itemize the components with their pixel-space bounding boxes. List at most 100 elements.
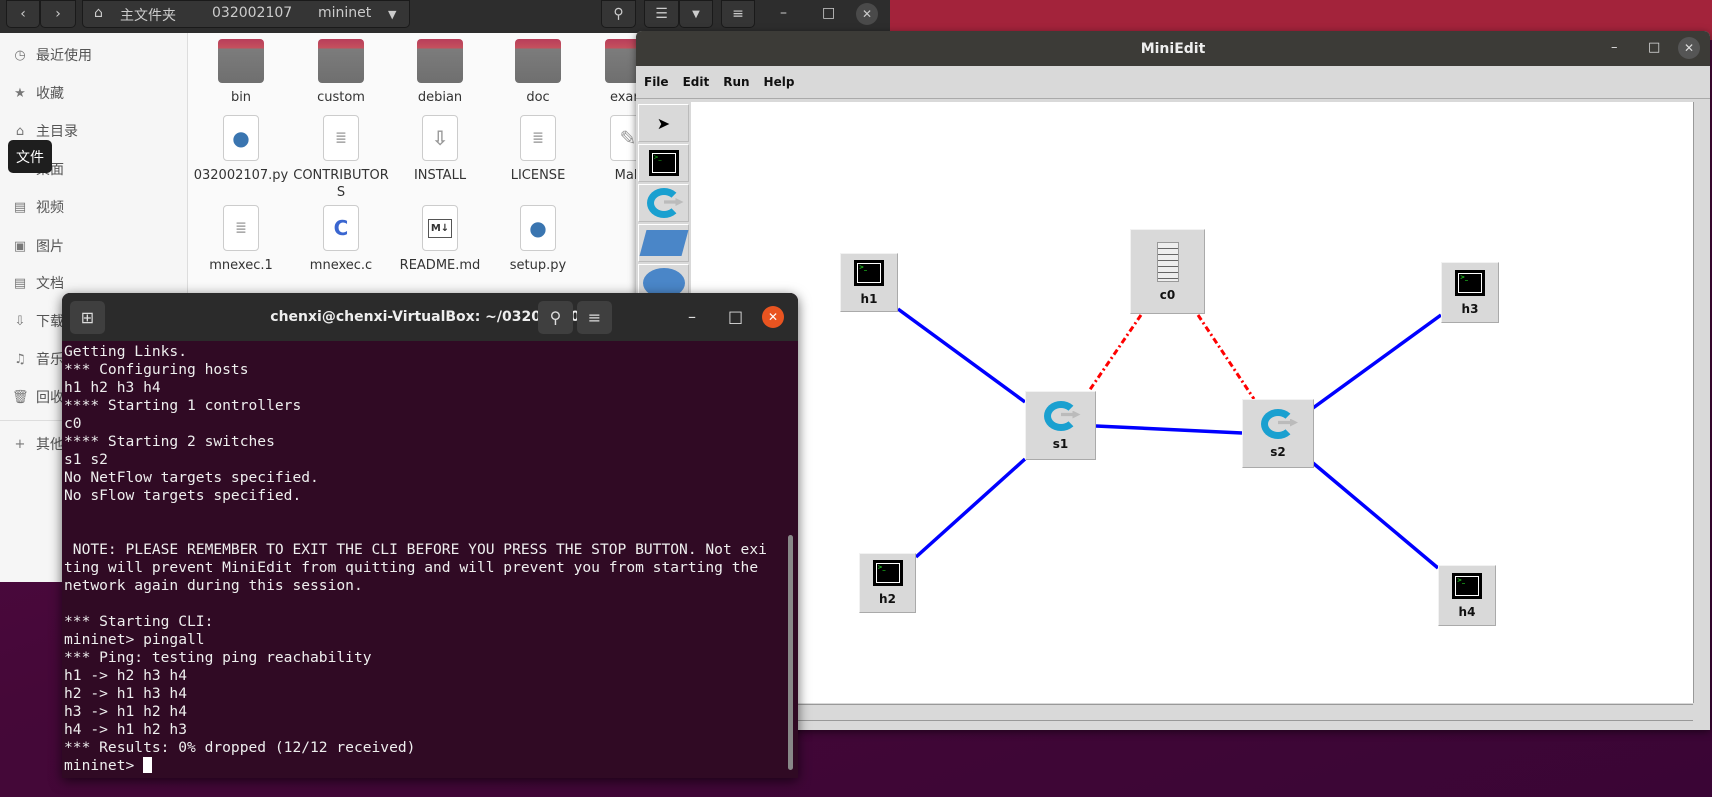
terminal-line: No sFlow targets specified.	[64, 487, 302, 504]
new-tab-button[interactable]: ⊞	[70, 301, 105, 334]
document-icon: ▤	[13, 275, 27, 291]
node-h2[interactable]: h2	[859, 553, 916, 613]
terminal-line: h2 -> h1 h3 h4	[64, 685, 188, 702]
link-h2-s1[interactable]	[914, 457, 1027, 559]
back-button[interactable]: ‹	[6, 0, 40, 28]
terminal-line: h4 -> h1 h2 h3	[64, 721, 188, 738]
file-item[interactable]: ⇩ INSTALL	[392, 115, 488, 184]
file-name: setup.py	[509, 258, 567, 273]
view-options-button[interactable]: ▼	[679, 0, 713, 28]
horizontal-scrollbar[interactable]	[691, 704, 1693, 721]
sidebar-item[interactable]: ⇩ 下载	[12, 311, 64, 331]
menu-file[interactable]: File	[644, 75, 669, 89]
host-icon	[1452, 572, 1482, 599]
minimize-button[interactable]: –	[780, 5, 787, 21]
switch-icon	[646, 188, 681, 218]
file-item[interactable]: bin	[193, 39, 289, 106]
search-button[interactable]: ⚲	[538, 301, 573, 334]
menu-run[interactable]: Run	[723, 75, 749, 89]
terminal-output[interactable]: Getting Links. *** Configuring hosts h1 h2…	[64, 343, 784, 775]
file-item[interactable]: ● setup.py	[490, 205, 586, 274]
sidebar-item-label: 最近使用	[36, 48, 92, 64]
maximize-button[interactable]: □	[728, 307, 743, 326]
minimize-button[interactable]: –	[1611, 40, 1618, 55]
view-list-button[interactable]: ☰	[644, 0, 679, 28]
close-button[interactable]: ✕	[856, 3, 878, 25]
file-name: custom	[317, 90, 365, 105]
menu-help[interactable]: Help	[764, 75, 795, 89]
file-item[interactable]: debian	[392, 39, 488, 106]
home-icon: ⌂	[94, 5, 103, 21]
close-button[interactable]: ✕	[1678, 37, 1700, 59]
node-s1[interactable]: s1	[1025, 391, 1096, 460]
maximize-button[interactable]: □	[1648, 40, 1660, 55]
node-h4[interactable]: h4	[1438, 565, 1496, 626]
menu-edit[interactable]: Edit	[683, 75, 710, 89]
star-icon: ★	[14, 85, 26, 101]
file-item[interactable]: ● 032002107.py	[193, 115, 289, 184]
text-file-icon: ≣	[223, 205, 259, 251]
path-item[interactable]: 032002107	[212, 5, 292, 21]
node-s2[interactable]: s2	[1242, 399, 1314, 468]
file-item[interactable]: ≣ mnexec.1	[193, 205, 289, 274]
sidebar-item[interactable]: ★ 收藏	[12, 83, 64, 103]
sidebar-item-label: 主目录	[36, 124, 78, 140]
chevron-down-icon[interactable]: ▼	[388, 8, 396, 21]
terminal-line: *** Configuring hosts	[64, 361, 249, 378]
topology-canvas[interactable]: h1 c0 h3 s1 s2 h2 h4	[691, 102, 1693, 703]
sidebar-item[interactable]: ▤ 文档	[12, 273, 64, 293]
c-file-icon: C	[323, 205, 359, 251]
terminal-line: NOTE: PLEASE REMEMBER TO EXIT THE CLI BE…	[64, 541, 767, 558]
file-item[interactable]: Cmnexec.c	[293, 205, 389, 274]
host-tool-button[interactable]	[638, 144, 689, 182]
switch-tool-button[interactable]	[638, 184, 689, 222]
menu-button[interactable]: ≡	[721, 0, 755, 28]
terminal-line: *** Results: 0% dropped (12/12 received)	[64, 739, 416, 756]
close-button[interactable]: ✕	[762, 306, 784, 328]
node-h3[interactable]: h3	[1441, 262, 1499, 323]
folder-icon	[318, 39, 364, 83]
file-item[interactable]: ≣ LICENSE	[490, 115, 586, 184]
vertical-scrollbar[interactable]	[1693, 102, 1706, 703]
path-item[interactable]: 主文件夹	[120, 5, 176, 25]
host-icon	[854, 259, 884, 286]
search-button[interactable]: ⚲	[601, 0, 636, 28]
node-label: s1	[1052, 436, 1069, 451]
file-item[interactable]: ≣ CONTRIBUTORS	[293, 115, 389, 201]
path-item[interactable]: mininet	[318, 5, 371, 21]
menu-button[interactable]: ≡	[577, 301, 612, 334]
link-s1-s2[interactable]	[1095, 424, 1243, 435]
sidebar-item[interactable]: ▣ 图片	[12, 236, 64, 256]
file-name: mnexec.c	[309, 258, 373, 273]
link-h1-s1[interactable]	[896, 307, 1027, 404]
sidebar-item-label: 下载	[36, 314, 64, 330]
select-tool-button[interactable]: ➤	[638, 104, 689, 142]
file-item[interactable]: custom	[293, 39, 389, 106]
file-name: LICENSE	[510, 168, 566, 183]
link-h4-s2[interactable]	[1311, 461, 1440, 570]
link-h3-s2[interactable]	[1311, 313, 1443, 410]
sidebar-item[interactable]: ▤ 视频	[12, 197, 64, 217]
sidebar-item-label: 音乐	[36, 352, 64, 368]
minimize-button[interactable]: –	[688, 307, 696, 326]
controller-icon	[1156, 241, 1179, 282]
node-c0[interactable]: c0	[1130, 229, 1205, 314]
sidebar-item[interactable]: ⌂ 主目录	[12, 121, 78, 141]
home-icon: ⌂	[15, 123, 25, 139]
sidebar-item[interactable]: ◷ 最近使用	[12, 45, 92, 65]
terminal-scrollbar[interactable]	[788, 535, 793, 770]
forward-button[interactable]: ›	[40, 0, 76, 28]
terminal-line: Getting Links.	[64, 343, 188, 360]
file-name: INSTALL	[413, 168, 467, 183]
legacy-switch-tool-button[interactable]	[638, 224, 689, 262]
file-item[interactable]: M↓ README.md	[392, 205, 488, 274]
file-item[interactable]: doc	[490, 39, 586, 106]
link-c0-s2[interactable]	[1196, 314, 1256, 400]
maximize-button[interactable]: □	[822, 5, 835, 21]
file-name: 032002107.py	[193, 168, 289, 183]
link-c0-s1[interactable]	[1087, 314, 1143, 392]
terminal-line: c0	[64, 415, 82, 432]
node-h1[interactable]: h1	[840, 253, 898, 312]
sidebar-item[interactable]: ♫ 音乐	[12, 349, 64, 369]
